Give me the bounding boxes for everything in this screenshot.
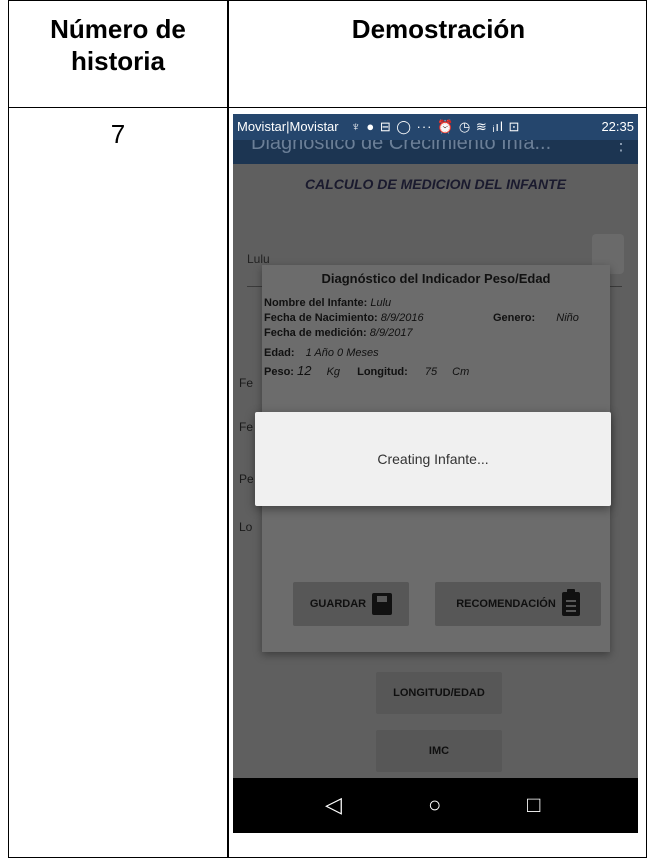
weight-value: 12 [297,363,312,378]
weight-length-row: Peso: 12 Kg Longitud: 75 Cm [264,363,469,378]
column-divider [227,1,229,857]
screen-title: CALCULO DE MEDICION DEL INFANTE [304,176,567,192]
age-row: Edad: 1 Año 0 Meses [264,347,379,359]
infant-name-row: Nombre del Infante: Lulu [264,297,391,309]
recents-icon[interactable]: □ [527,792,540,818]
header-story-number: Número de historia [50,14,186,76]
birth-date-value: 8/9/2016 [380,312,424,324]
phone-screenshot: Movistar|Movistar ♆ ● ⊟ ◯ ··· ⏰ ◷ ≋ ᵢıl … [233,114,638,833]
measure-date-label: Fecha de medición: [264,327,367,339]
length-unit: Cm [452,366,470,378]
app-bar: Diagnostico de Crecimiento Infa... ⋮ [233,140,638,164]
infant-name-field[interactable]: Lulu [247,252,270,266]
clock-label: 22:35 [601,119,634,134]
status-icons: ♆ ● ⊟ ◯ ··· ⏰ ◷ ≋ ᵢıl ⊡ [351,119,521,134]
measure-date-row: Fecha de medición: 8/9/2017 [264,327,413,339]
birth-date-label: Fecha de Nacimiento: [264,312,378,324]
birth-date-label: Fe [239,376,254,390]
length-label: Longitud: [357,366,408,378]
recommendation-button[interactable]: RECOMENDACIÓN [435,582,601,626]
weight-label: Pe [239,472,254,486]
save-button-label: GUARDAR [309,598,367,610]
infant-name-value: Lulu [370,297,392,309]
age-value: 1 Año 0 Meses [305,347,379,359]
length-label: Lo [239,520,253,534]
app-title: Diagnostico de Crecimiento Infa... [251,140,552,154]
carrier-label: Movistar|Movistar [237,119,339,134]
home-icon[interactable]: ○ [428,792,441,818]
status-bar: Movistar|Movistar ♆ ● ⊟ ◯ ··· ⏰ ◷ ≋ ᵢıl … [233,114,638,140]
gender-value: Niño [556,312,579,324]
recommendation-button-label: RECOMENDACIÓN [456,598,556,610]
dialog-title: Diagnóstico del Indicador Peso/Edad [321,271,551,286]
birth-date-row: Fecha de Nacimiento: 8/9/2016 [264,312,424,324]
measure-date-label: Fe [239,420,254,434]
gender-label: Genero: [493,312,536,324]
gender-row: Genero: Niño [493,312,579,324]
header-demonstration: Demostración [351,14,526,44]
overflow-menu-icon[interactable]: ⋮ [612,140,630,155]
floppy-disk-icon [372,593,393,615]
weight-label: Peso: [264,366,294,378]
age-label: Edad: [264,347,295,359]
length-value: 75 [424,366,438,378]
navigation-bar: ◁ ○ □ [233,778,638,833]
back-icon[interactable]: ◁ [325,792,342,818]
progress-message: Creating Infante... [377,451,489,467]
measure-date-value: 8/9/2017 [369,327,413,339]
weight-unit: Kg [326,366,341,378]
infant-name-label: Nombre del Infante: [264,297,368,309]
progress-dialog: Creating Infante... [255,412,611,506]
imc-button[interactable]: IMC [376,730,502,772]
length-age-button[interactable]: LONGITUD/EDAD [376,672,502,714]
save-button[interactable]: GUARDAR [293,582,409,626]
clipboard-icon [561,589,580,616]
story-number-cell: 7 [110,119,126,149]
